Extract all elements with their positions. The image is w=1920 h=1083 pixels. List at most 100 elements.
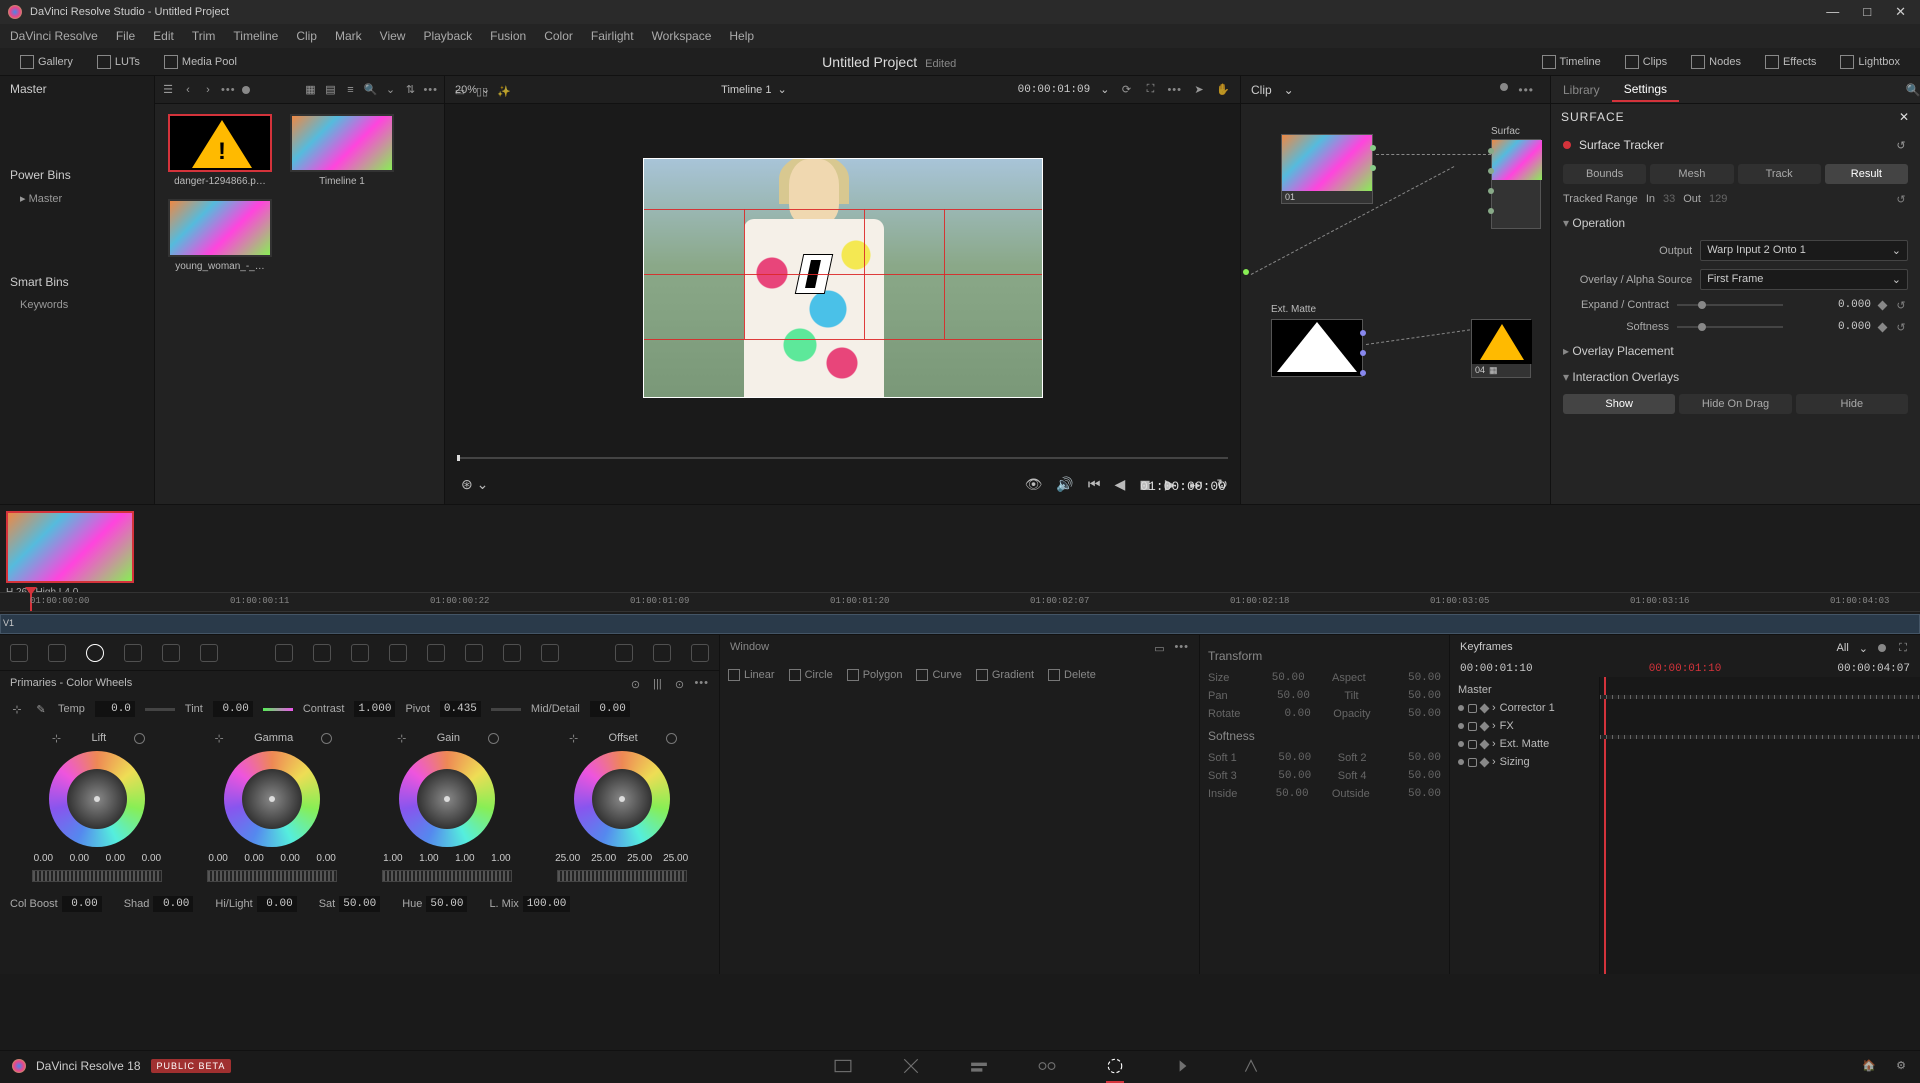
tf-Soft 3[interactable]: 50.00: [1263, 770, 1311, 782]
project-settings-icon[interactable]: ⚙: [1894, 1059, 1908, 1073]
param-Col Boost[interactable]: 0.00: [62, 896, 102, 912]
overlay-show[interactable]: Show: [1563, 394, 1675, 414]
menu-edit[interactable]: Edit: [153, 29, 174, 43]
tf-Tilt[interactable]: 50.00: [1393, 690, 1441, 702]
close-button[interactable]: ✕: [1889, 2, 1912, 22]
nav-back-icon[interactable]: ‹: [181, 83, 195, 97]
motion-tool-icon[interactable]: [200, 644, 218, 662]
maximize-button[interactable]: □: [1857, 2, 1877, 22]
operation-section[interactable]: Operation: [1551, 210, 1920, 236]
menu-fairlight[interactable]: Fairlight: [591, 29, 634, 43]
wheel-val[interactable]: 1.00: [377, 853, 409, 864]
wheel-picker-icon[interactable]: ⊹: [395, 731, 409, 745]
wheel-reset-icon[interactable]: [134, 733, 145, 744]
kf-expand-icon[interactable]: ⛶: [1896, 641, 1910, 655]
luts-toggle[interactable]: LUTs: [89, 53, 148, 71]
node-graph[interactable]: 01 Surfac Ext. Matte: [1241, 104, 1550, 504]
tab-settings[interactable]: Settings: [1612, 78, 1679, 102]
smartbins-header[interactable]: Smart Bins: [0, 269, 154, 295]
tab-mesh[interactable]: Mesh: [1650, 164, 1733, 184]
timeline-chevron-icon[interactable]: ⌄: [777, 83, 786, 96]
keyframe-editor-icon[interactable]: [615, 644, 633, 662]
kf-mode-all[interactable]: All: [1837, 642, 1849, 654]
temp-value[interactable]: 0.0: [95, 701, 135, 717]
search-icon[interactable]: 🔍: [363, 83, 377, 97]
window-tool-polygon[interactable]: Polygon: [847, 669, 903, 681]
reset-tracker-icon[interactable]: ↺: [1894, 138, 1908, 152]
middetail-value[interactable]: 0.00: [590, 701, 630, 717]
audio-icon[interactable]: 🔊: [1056, 476, 1073, 493]
chevron-right-icon[interactable]: ›: [1492, 756, 1496, 768]
bypass-icon[interactable]: ⟳: [1119, 83, 1133, 97]
page-media-icon[interactable]: [834, 1057, 852, 1075]
node-dot-icon[interactable]: [1500, 83, 1508, 91]
placement-section[interactable]: Overlay Placement: [1551, 338, 1920, 364]
kf-item-ext-matte[interactable]: ›Ext. Matte: [1454, 735, 1595, 753]
menu-workspace[interactable]: Workspace: [652, 29, 712, 43]
wheel-val[interactable]: 0.00: [135, 853, 167, 864]
keyframe-icon[interactable]: [1480, 739, 1490, 749]
page-fairlight-icon[interactable]: [1174, 1057, 1192, 1075]
page-fusion-icon[interactable]: [1038, 1057, 1056, 1075]
tf-Inside[interactable]: 50.00: [1261, 788, 1309, 800]
primaries-options[interactable]: •••: [694, 677, 709, 691]
close-panel-icon[interactable]: ✕: [1899, 110, 1910, 124]
tab-library[interactable]: Library: [1551, 79, 1612, 101]
tf-Aspect[interactable]: 50.00: [1393, 672, 1441, 684]
media-item-timeline1[interactable]: Timeline 1: [287, 114, 397, 187]
kf-item-corrector-1[interactable]: ›Corrector 1: [1454, 699, 1595, 717]
blur-tool-icon[interactable]: [427, 644, 445, 662]
softness-value[interactable]: 0.000: [1791, 321, 1871, 333]
keyframe-icon[interactable]: [1480, 757, 1490, 767]
scopes-icon[interactable]: [653, 644, 671, 662]
tf-Soft 4[interactable]: 50.00: [1393, 770, 1441, 782]
window-tool-linear[interactable]: Linear: [728, 669, 775, 681]
menu-timeline[interactable]: Timeline: [233, 29, 278, 43]
pivot-slider[interactable]: [491, 708, 521, 711]
viewer-options[interactable]: •••: [1167, 84, 1182, 96]
output-select[interactable]: Warp Input 2 Onto 1⌄: [1700, 240, 1908, 261]
wheel-val[interactable]: 25.00: [624, 853, 656, 864]
wheel-jog[interactable]: [557, 870, 687, 882]
tf-Soft 2[interactable]: 50.00: [1393, 752, 1441, 764]
bars-mode-icon[interactable]: |||: [650, 677, 664, 691]
wheel-picker-icon[interactable]: ⊹: [567, 731, 581, 745]
media-item-youngwoman[interactable]: young_woman_-_…: [165, 199, 275, 272]
keyframe-icon[interactable]: [1480, 721, 1490, 731]
primaries-tool-icon[interactable]: [86, 644, 104, 662]
node-01[interactable]: 01: [1281, 134, 1373, 204]
contrast-value[interactable]: 1.000: [354, 701, 395, 717]
page-cut-icon[interactable]: [902, 1057, 920, 1075]
tab-track[interactable]: Track: [1738, 164, 1821, 184]
expand-keyframe-icon[interactable]: [1878, 300, 1888, 310]
wheel-val[interactable]: 0.00: [202, 853, 234, 864]
window-preset-icon[interactable]: ▭: [1152, 641, 1166, 655]
video-track-v1[interactable]: V1: [0, 614, 1920, 634]
media-item-danger[interactable]: danger-1294866.p…: [165, 114, 275, 187]
wheel-val[interactable]: 0.00: [99, 853, 131, 864]
home-icon[interactable]: 🏠: [1862, 1059, 1876, 1073]
tab-bounds[interactable]: Bounds: [1563, 164, 1646, 184]
qualifier-tool-icon[interactable]: [275, 644, 293, 662]
node-extmatte[interactable]: [1271, 319, 1363, 377]
kf-item-sizing[interactable]: ›Sizing: [1454, 753, 1595, 771]
page-deliver-icon[interactable]: [1242, 1057, 1260, 1075]
window-options[interactable]: •••: [1174, 641, 1189, 655]
wheel-jog[interactable]: [32, 870, 162, 882]
wheel-val[interactable]: 0.00: [310, 853, 342, 864]
viewer-canvas[interactable]: [643, 158, 1043, 398]
lock-icon[interactable]: [1468, 758, 1477, 767]
param-L. Mix[interactable]: 100.00: [523, 896, 571, 912]
powerbins-master[interactable]: ▸ Master: [0, 188, 154, 209]
menu-playback[interactable]: Playback: [423, 29, 472, 43]
expand-value[interactable]: 0.000: [1791, 299, 1871, 311]
window-tool-icon[interactable]: [313, 644, 331, 662]
chevron-right-icon[interactable]: ›: [1492, 702, 1496, 714]
overlay-hideondrag[interactable]: Hide On Drag: [1679, 394, 1791, 414]
wheel-gamma[interactable]: [224, 751, 320, 847]
menu-trim[interactable]: Trim: [192, 29, 216, 43]
wheel-val[interactable]: 0.00: [63, 853, 95, 864]
temp-slider[interactable]: [145, 708, 175, 711]
tab-result[interactable]: Result: [1825, 164, 1908, 184]
wheel-val[interactable]: 1.00: [413, 853, 445, 864]
